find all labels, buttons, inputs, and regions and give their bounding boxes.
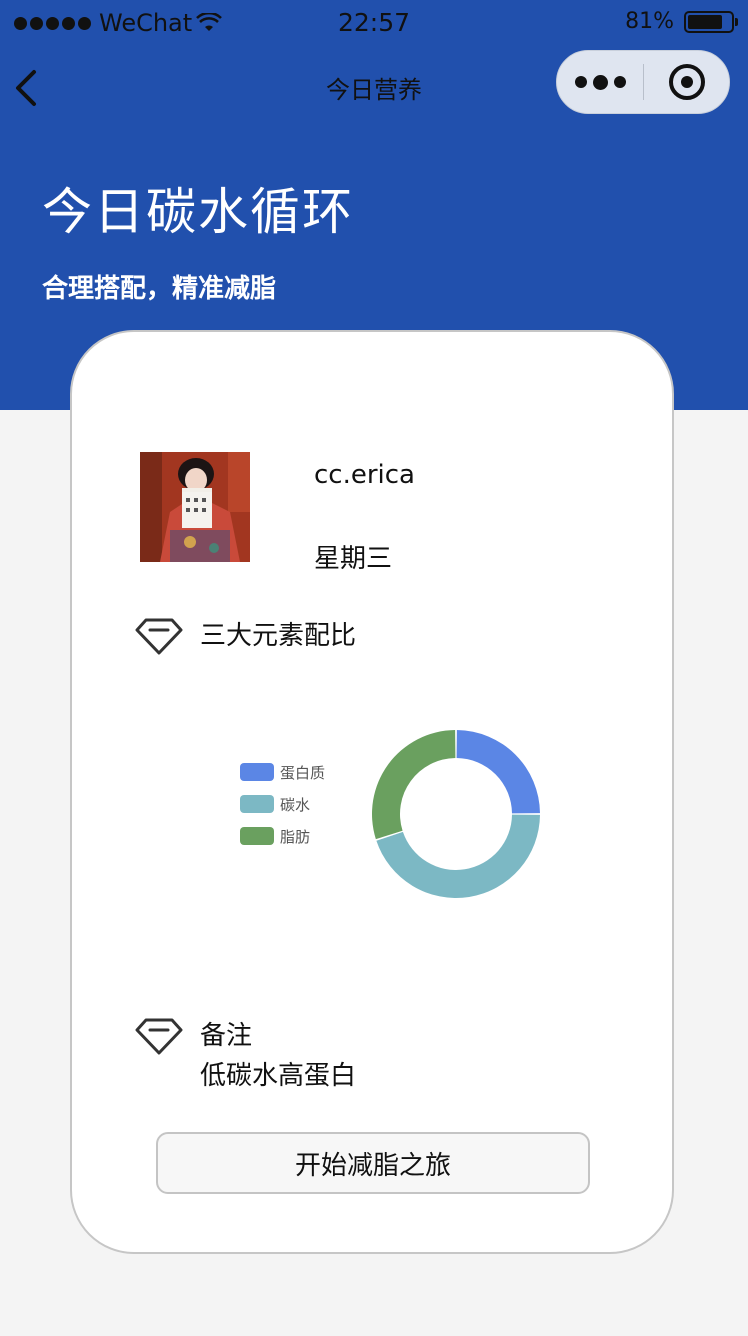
weekday: 星期三 — [314, 544, 393, 574]
avatar — [140, 452, 250, 562]
status-right: 81% — [625, 9, 738, 34]
notes-content: 备注 低碳水高蛋白 — [200, 1016, 356, 1096]
diamond-icon — [135, 1018, 183, 1055]
legend-swatch-2 — [240, 827, 274, 845]
diamond-icon — [135, 618, 183, 655]
notes-label: 备注 — [200, 1021, 253, 1051]
legend-label-1: 碳水 — [280, 796, 310, 814]
avatar-photo — [140, 452, 250, 562]
target-icon — [668, 64, 705, 100]
legend-swatch-0 — [240, 763, 274, 781]
nutrition-card: cc.erica 星期三 三大元素配比 蛋白质碳水脂肪 备注 低碳水高蛋白 开始… — [70, 330, 674, 1254]
ratio-section-label: 三大元素配比 — [200, 621, 357, 651]
battery-icon — [684, 10, 738, 33]
status-bar: WeChat 22:57 81% — [0, 0, 748, 48]
username: cc.erica — [314, 460, 415, 490]
page-title: 今日碳水循环 — [42, 183, 354, 241]
ratio-section-header: 三大元素配比 — [134, 616, 356, 656]
notes-section: 备注 低碳水高蛋白 — [134, 1016, 356, 1096]
legend-label-2: 脂肪 — [280, 828, 310, 846]
donut-chart-svg: 蛋白质碳水脂肪 — [240, 730, 540, 898]
donut-slice-2 — [372, 730, 456, 840]
more-dots-icon[interactable] — [557, 51, 643, 113]
legend-label-0: 蛋白质 — [280, 764, 325, 782]
legend-swatch-1 — [240, 795, 274, 813]
miniprogram-capsule — [556, 50, 730, 114]
donut-slice-0 — [456, 730, 540, 814]
battery-fill — [688, 14, 723, 29]
notes-text: 低碳水高蛋白 — [200, 1061, 357, 1091]
battery-percent: 81% — [625, 9, 674, 34]
macro-ratio-chart: 蛋白质 碳水 脂肪 — [202, 712, 552, 912]
page-subtitle: 合理搭配，精准减脂 — [42, 274, 277, 304]
close-miniprogram-button[interactable] — [644, 51, 729, 113]
start-button[interactable]: 开始减脂之旅 — [156, 1132, 590, 1194]
